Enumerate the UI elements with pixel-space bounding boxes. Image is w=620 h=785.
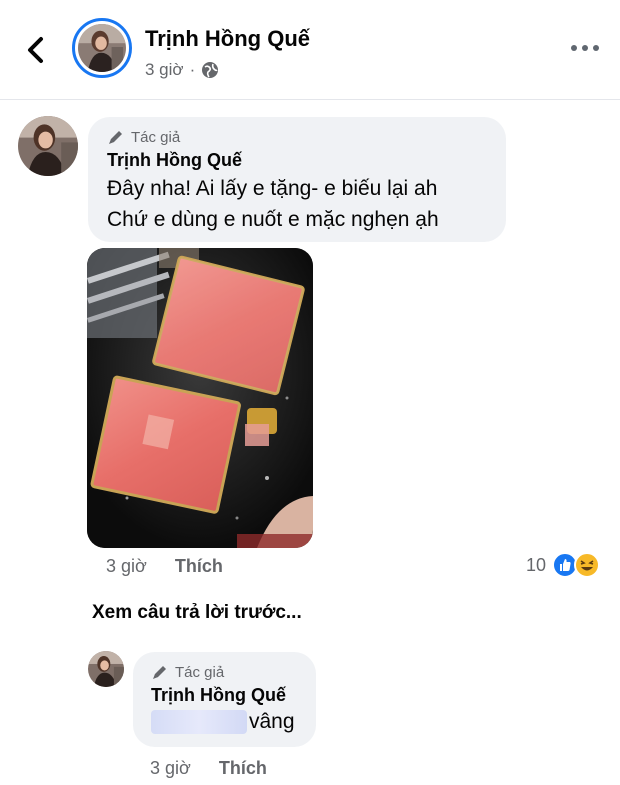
- reply-bubble[interactable]: Tác giả Trịnh Hồng Quế vâng: [133, 652, 316, 747]
- view-previous-replies[interactable]: Xem câu trả lời trước...: [92, 602, 302, 624]
- header-meta: 3 giờ ·: [145, 60, 219, 80]
- comment-time: 3 giờ: [106, 556, 147, 576]
- reply-like-button[interactable]: Thích: [219, 758, 267, 779]
- blurred-mention: [151, 710, 247, 735]
- author-badge: Tác giả: [151, 663, 298, 681]
- globe-icon: [202, 62, 219, 78]
- reaction-count: 10: [526, 554, 547, 575]
- reply-actions: 3 giờ Thích: [150, 758, 267, 779]
- comment-photo-image: [87, 248, 313, 548]
- avatar-photo: [78, 24, 126, 72]
- more-icon[interactable]: [568, 36, 602, 60]
- reply-text-value: vâng: [249, 710, 295, 733]
- comment-text-line-1: Đây nha! Ai lấy e tặng- e biếu lại ah: [107, 177, 438, 200]
- pencil-icon: [153, 666, 166, 679]
- reply-avatar[interactable]: [88, 651, 124, 687]
- header-time: 3 giờ: [145, 60, 184, 79]
- author-badge-label: Tác giả: [131, 128, 181, 146]
- avatar-photo: [18, 116, 78, 176]
- reaction-summary[interactable]: 10: [526, 552, 601, 578]
- avatar-photo: [88, 651, 124, 687]
- haha-reaction-icon: [574, 552, 601, 578]
- meta-separator: ·: [189, 60, 196, 79]
- author-badge-label: Tác giả: [175, 663, 225, 681]
- author-badge: Tác giả: [107, 128, 486, 146]
- reply-text: vâng: [151, 706, 298, 737]
- comment-actions: 3 giờ Thích: [106, 556, 223, 577]
- back-chevron-icon[interactable]: [22, 34, 50, 66]
- comment-bubble[interactable]: Tác giả Trịnh Hồng Quế Đây nha! Ai lấy e…: [88, 117, 506, 242]
- post-header: Trịnh Hồng Quế 3 giờ ·: [0, 0, 620, 100]
- reply-author-name[interactable]: Trịnh Hồng Quế: [151, 685, 298, 706]
- comment-avatar[interactable]: [18, 116, 78, 176]
- comment-text-line-2: Chứ e dùng e nuốt e mặc nghẹn ạh: [107, 208, 439, 231]
- comment-author-name[interactable]: Trịnh Hồng Quế: [107, 150, 486, 171]
- like-button[interactable]: Thích: [175, 556, 223, 577]
- header-name[interactable]: Trịnh Hồng Quế: [145, 26, 310, 52]
- reply-time: 3 giờ: [150, 758, 191, 778]
- pencil-icon: [109, 131, 122, 144]
- header-avatar[interactable]: [72, 18, 132, 78]
- comment-photo[interactable]: [87, 248, 313, 548]
